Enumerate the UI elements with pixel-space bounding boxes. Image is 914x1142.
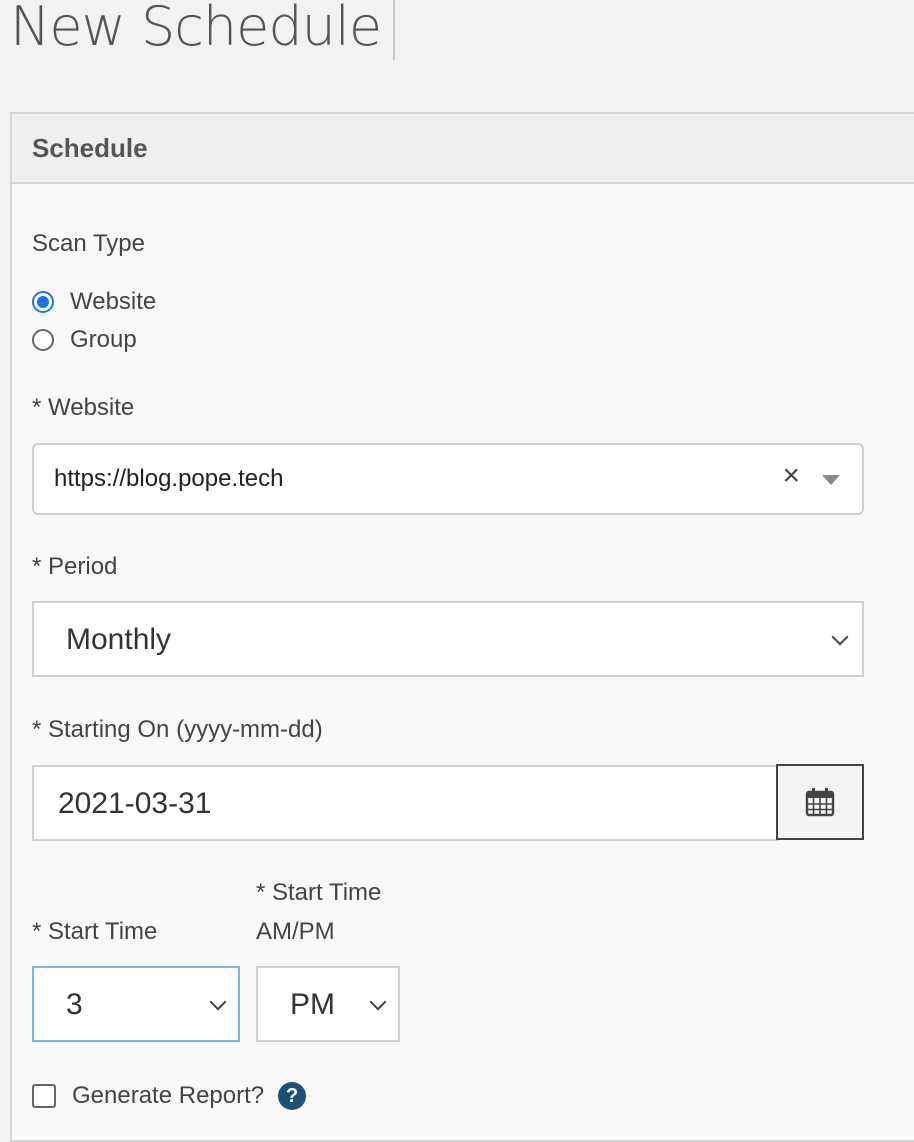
calendar-icon bbox=[805, 788, 835, 817]
radio-group[interactable]: Group bbox=[32, 326, 137, 354]
period-value: Monthly bbox=[66, 623, 172, 656]
start-time-label: * Start Time bbox=[32, 918, 158, 945]
starting-on-input[interactable]: 2021-03-31 bbox=[32, 765, 778, 841]
ampm-label-line2: AM/PM bbox=[256, 918, 335, 945]
website-label: * Website bbox=[32, 394, 135, 421]
website-select[interactable]: https://blog.pope.tech × bbox=[32, 443, 864, 515]
radio-website-button[interactable] bbox=[32, 291, 54, 313]
starting-on-value: 2021-03-31 bbox=[58, 787, 212, 820]
chevron-down-icon bbox=[209, 993, 227, 1011]
radio-group-label[interactable]: Group bbox=[70, 326, 137, 354]
start-time-select[interactable]: 3 bbox=[32, 966, 240, 1042]
period-select[interactable]: Monthly bbox=[32, 601, 864, 677]
calendar-button[interactable] bbox=[776, 764, 864, 840]
panel-header: Schedule bbox=[12, 114, 914, 184]
scan-type-label: Scan Type bbox=[32, 230, 145, 257]
website-value: https://blog.pope.tech bbox=[54, 465, 284, 492]
clear-icon[interactable]: × bbox=[782, 461, 800, 491]
starting-on-label: * Starting On (yyyy-mm-dd) bbox=[32, 716, 323, 743]
chevron-down-icon bbox=[369, 993, 387, 1011]
title-divider bbox=[393, 0, 395, 60]
ampm-select[interactable]: PM bbox=[256, 966, 400, 1042]
radio-group-button[interactable] bbox=[32, 329, 54, 351]
schedule-panel: Schedule Scan Type Website Group * Websi… bbox=[10, 112, 914, 1142]
panel-title: Schedule bbox=[32, 132, 148, 163]
ampm-label-line1: * Start Time bbox=[256, 879, 382, 906]
generate-report-checkbox[interactable] bbox=[32, 1084, 56, 1108]
help-icon[interactable]: ? bbox=[278, 1082, 307, 1110]
radio-website-label[interactable]: Website bbox=[70, 288, 156, 316]
caret-down-icon[interactable] bbox=[822, 475, 840, 485]
generate-report-row[interactable]: Generate Report? ? bbox=[32, 1082, 307, 1110]
generate-report-label[interactable]: Generate Report? bbox=[72, 1082, 264, 1110]
page-title: New Schedule bbox=[10, 0, 382, 58]
period-label: * Period bbox=[32, 553, 118, 580]
ampm-value: PM bbox=[290, 988, 335, 1021]
radio-website[interactable]: Website bbox=[32, 288, 156, 316]
chevron-down-icon bbox=[831, 628, 849, 646]
start-time-value: 3 bbox=[66, 988, 83, 1021]
